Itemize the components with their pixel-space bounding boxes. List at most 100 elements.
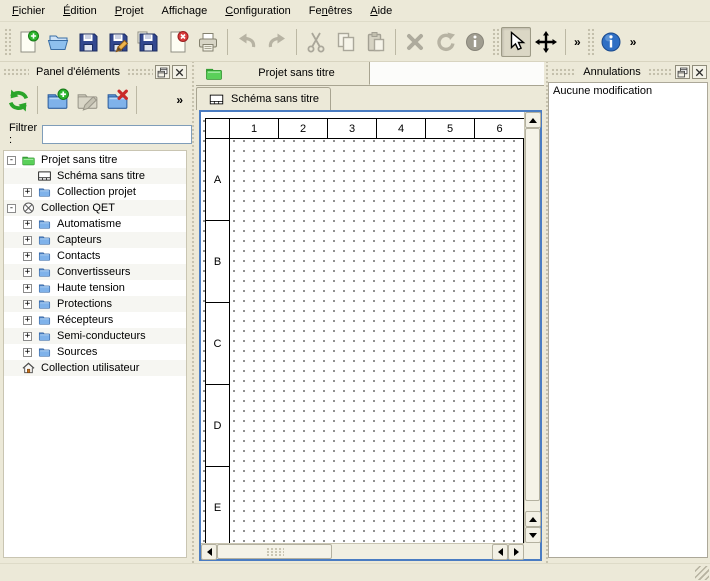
undo-button[interactable] (232, 27, 262, 57)
menu-fenetres[interactable]: Fenêtres (300, 2, 361, 20)
column-header: 2 (279, 119, 328, 139)
print-button[interactable] (193, 27, 223, 57)
folder-blue-icon (37, 249, 52, 263)
about-button[interactable] (596, 27, 626, 57)
ruler-corner (206, 119, 230, 139)
rotate-button[interactable] (430, 27, 460, 57)
scroll-right-button[interactable] (508, 544, 524, 560)
scroll-up-button[interactable] (525, 112, 541, 128)
tree-item[interactable]: Collection utilisateur (4, 360, 186, 376)
scroll-left-button[interactable] (201, 544, 217, 560)
column-header: 1 (230, 119, 279, 139)
tree-expander-toggle[interactable]: + (23, 348, 32, 357)
toolbar-overflow-button[interactable]: » (570, 35, 585, 49)
tree-expander-toggle[interactable]: + (23, 284, 32, 293)
tree-expander-toggle[interactable]: + (23, 316, 32, 325)
tree-expander-toggle[interactable]: + (23, 220, 32, 229)
float-panel-button[interactable] (155, 65, 170, 79)
filter-input[interactable] (42, 125, 192, 144)
scroll-up-button-2[interactable] (525, 511, 541, 527)
copy-button[interactable] (331, 27, 361, 57)
edit-category-button[interactable] (72, 85, 102, 115)
project-tab[interactable]: Projet sans titre (196, 62, 370, 85)
elements-panel-header[interactable]: Panel d'éléments (0, 62, 190, 80)
reload-collections-button[interactable] (3, 85, 33, 115)
save-as-button[interactable] (103, 27, 133, 57)
tree-item[interactable]: +Semi-conducteurs (4, 328, 186, 344)
tree-item[interactable]: -Projet sans titre (4, 152, 186, 168)
tree-item[interactable]: + Haute tension (4, 280, 186, 296)
menu-aide[interactable]: Aide (361, 2, 401, 20)
scroll-down-button[interactable] (525, 527, 541, 543)
save-button[interactable] (73, 27, 103, 57)
print-icon (200, 33, 217, 51)
select-mode-button[interactable] (501, 27, 531, 57)
tree-item[interactable]: +Capteurs (4, 232, 186, 248)
reload-icon (10, 89, 26, 111)
horizontal-scroll-thumb[interactable] (217, 544, 332, 559)
tree-item-label: Contacts (57, 250, 100, 262)
menu-configuration[interactable]: Configuration (216, 2, 300, 20)
element-info-button[interactable] (460, 27, 490, 57)
tree-item[interactable]: + Récepteurs (4, 312, 186, 328)
open-project-button[interactable] (43, 27, 73, 57)
menu-edition[interactable]: Édition (54, 2, 106, 20)
close-panel-button[interactable] (692, 65, 707, 79)
tree-item[interactable]: + Contacts (4, 248, 186, 264)
close-panel-button[interactable] (172, 65, 187, 79)
toolbar-drag-handle[interactable] (4, 28, 11, 56)
tree-item-label: Haute tension (57, 282, 125, 294)
menu-affichage[interactable]: Affichage (153, 2, 217, 20)
tree-expander-toggle[interactable]: + (23, 252, 32, 261)
tree-item[interactable]: +Collection projet (4, 184, 186, 200)
delete-button[interactable] (400, 27, 430, 57)
window-resize-grip[interactable] (695, 566, 709, 580)
toolbar-overflow-button-2[interactable]: » (626, 35, 641, 49)
close-file-button[interactable] (163, 27, 193, 57)
folder-blue-icon (37, 217, 52, 231)
toolbar-drag-handle[interactable] (587, 28, 594, 56)
tree-expander-toggle[interactable]: - (7, 156, 16, 165)
tree-expander-toggle[interactable]: + (23, 188, 32, 197)
new-document-button[interactable] (13, 27, 43, 57)
tree-item[interactable]: +Protections (4, 296, 186, 312)
delete-folder-icon (108, 91, 127, 108)
toolbar-drag-handle[interactable] (492, 28, 499, 56)
diagram-canvas[interactable]: 1 2 3 4 5 6 A B C D (201, 112, 524, 543)
vertical-scroll-thumb[interactable] (525, 128, 540, 501)
menu-projet[interactable]: Projet (106, 2, 153, 20)
undo-list-item[interactable]: Aucune modification (549, 83, 707, 99)
scroll-left-button-2[interactable] (492, 544, 508, 560)
vertical-scrollbar[interactable] (524, 112, 540, 543)
undo-history-list[interactable]: Aucune modification (548, 82, 708, 558)
tree-expander-toggle[interactable]: + (23, 300, 32, 309)
tree-expander-toggle[interactable]: + (23, 236, 32, 245)
tree-item[interactable]: +Automatisme (4, 216, 186, 232)
float-panel-button[interactable] (675, 65, 690, 79)
tree-expander-toggle[interactable]: + (23, 268, 32, 277)
menu-fichier[interactable]: Fichier (3, 2, 54, 20)
tree-item[interactable]: +Sources (4, 344, 186, 360)
paste-icon (369, 32, 384, 50)
paste-button[interactable] (361, 27, 391, 57)
panel-overflow-button[interactable]: » (172, 93, 187, 107)
undo-panel-header[interactable]: Annulations (548, 62, 710, 80)
horizontal-scrollbar[interactable] (201, 543, 524, 559)
tree-item[interactable]: Schéma sans titre (4, 168, 186, 184)
tree-expander-toggle[interactable]: - (7, 204, 16, 213)
schema-tab[interactable]: Schéma sans titre (196, 87, 331, 110)
redo-button[interactable] (262, 27, 292, 57)
save-all-button[interactable] (133, 27, 163, 57)
tree-item[interactable]: +Convertisseurs (4, 264, 186, 280)
folder-blue-icon (37, 345, 52, 359)
tree-expander-spacer (23, 172, 32, 181)
tree-item[interactable]: -Collection QET (4, 200, 186, 216)
delete-category-button[interactable] (102, 85, 132, 115)
pan-mode-button[interactable] (531, 27, 561, 57)
new-category-button[interactable] (42, 85, 72, 115)
tree-expander-toggle[interactable]: + (23, 332, 32, 341)
tree-item-label: Récepteurs (57, 314, 113, 326)
info-blue-icon (602, 33, 620, 51)
cut-button[interactable] (301, 27, 331, 57)
project-folder-icon (204, 64, 224, 82)
